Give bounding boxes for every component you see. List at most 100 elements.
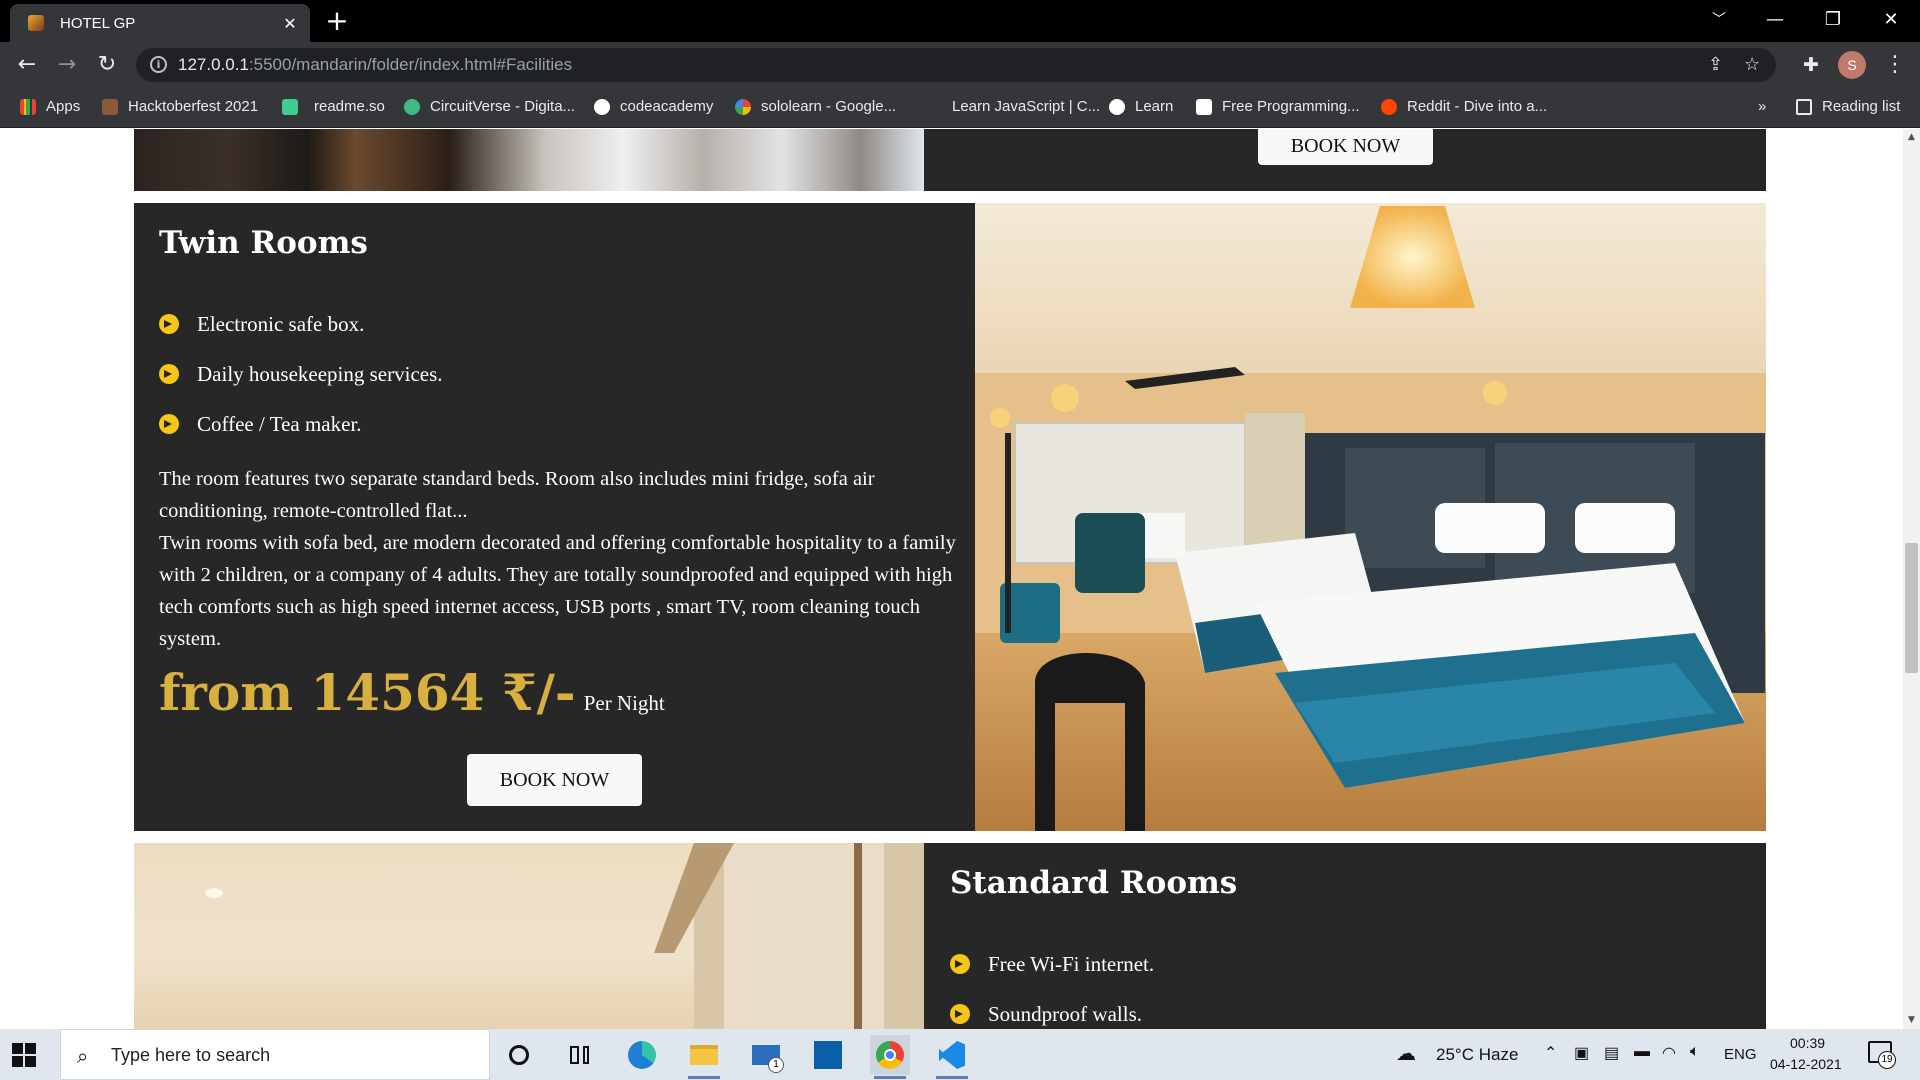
display-icon[interactable]: ▤: [1604, 1043, 1619, 1063]
feature-text: Electronic safe box.: [197, 311, 365, 336]
clock-time[interactable]: 00:39: [1790, 1035, 1825, 1051]
bookmark-label: Learn JavaScript | C...: [952, 98, 1101, 115]
feature-item: Coffee / Tea maker.: [159, 399, 443, 449]
bookmark-label: Learn: [1135, 98, 1174, 115]
reading-list-button[interactable]: Reading list: [1796, 98, 1900, 115]
scroll-up-icon[interactable]: ▲: [1903, 129, 1920, 146]
page-scrollbar[interactable]: ▲ ▼: [1903, 129, 1920, 1029]
room-card-twin: Twin Rooms Electronic safe box. Daily ho…: [134, 203, 1766, 831]
url-path: :5500/mandarin/folder/index.html#Facilit…: [248, 55, 573, 74]
close-window-button[interactable]: ✕: [1866, 0, 1916, 42]
readme-icon: [282, 98, 298, 115]
close-tab-icon[interactable]: ✕: [280, 14, 300, 33]
bookmark-label: CircuitVerse - Digita...: [430, 98, 576, 115]
tab-strip: HOTEL GP ✕ + ﹀ — ❐ ✕: [0, 0, 1920, 42]
notification-count: 19: [1878, 1051, 1896, 1069]
description-paragraph-2: Twin rooms with sofa bed, are modern dec…: [159, 532, 956, 650]
scrollbar-thumb[interactable]: [1905, 543, 1918, 673]
edge-browser-icon[interactable]: [622, 1035, 662, 1075]
url-text[interactable]: 127.0.0.1:5500/mandarin/folder/index.htm…: [178, 55, 572, 75]
arrow-circle-icon: [950, 1004, 970, 1024]
bookmark-learn-javascript[interactable]: Learn JavaScript | C...: [926, 98, 1100, 115]
scroll-down-icon[interactable]: ▼: [1903, 1012, 1920, 1029]
mail-badge: 1: [768, 1057, 784, 1073]
cortana-icon[interactable]: [500, 1035, 540, 1075]
language-indicator[interactable]: ENG: [1724, 1046, 1757, 1063]
bookmark-label: Free Programming...: [1222, 98, 1360, 115]
bookmark-label: Apps: [46, 98, 81, 115]
clock-date[interactable]: 04-12-2021: [1770, 1056, 1842, 1072]
page-viewport[interactable]: BOOK NOW Twin Rooms Electronic safe box.…: [0, 129, 1920, 1029]
arrow-circle-icon: [159, 414, 179, 434]
reload-icon[interactable]: ↻: [92, 50, 122, 80]
show-hidden-icons-chevron-icon[interactable]: ⌃: [1544, 1043, 1557, 1063]
windows-start-icon[interactable]: [12, 1043, 36, 1067]
bookmarks-overflow-button[interactable]: »: [1758, 98, 1766, 115]
book-now-button-previous[interactable]: BOOK NOW: [1258, 129, 1433, 165]
weather-cloud-icon[interactable]: ☁: [1396, 1041, 1416, 1066]
bookmark-free-programming[interactable]: Free Programming...: [1196, 98, 1360, 115]
room-title-twin: Twin Rooms: [159, 225, 368, 261]
bookmark-hacktoberfest[interactable]: Hacktoberfest 2021: [102, 98, 258, 115]
arrow-circle-icon: [159, 364, 179, 384]
back-arrow-icon[interactable]: ←: [12, 50, 42, 80]
feature-list-twin: Electronic safe box. Daily housekeeping …: [159, 299, 443, 449]
bookmark-codeacademy[interactable]: codeacademy: [594, 98, 713, 115]
mail-icon[interactable]: 1: [746, 1035, 786, 1075]
tab-search-icon[interactable]: ﹀: [1694, 0, 1744, 42]
hotel-favicon-icon: [28, 15, 44, 31]
browser-toolbar: ← → ↻ i 127.0.0.1:5500/mandarin/folder/i…: [0, 42, 1920, 88]
room-photo-twin: [975, 203, 1766, 831]
device-icon[interactable]: ▣: [1574, 1043, 1589, 1063]
battery-icon[interactable]: ▬: [1634, 1043, 1650, 1061]
reddit-icon: [1381, 98, 1397, 115]
bookmark-label: sololearn - Google...: [761, 98, 897, 115]
tab-title: HOTEL GP: [60, 14, 136, 32]
bookmark-reddit[interactable]: Reddit - Dive into a...: [1381, 98, 1547, 115]
bookmark-circuitverse[interactable]: CircuitVerse - Digita...: [404, 98, 575, 115]
bookmark-sololearn[interactable]: sololearn - Google...: [735, 98, 896, 115]
forward-arrow-icon[interactable]: →: [52, 50, 82, 80]
address-bar[interactable]: i 127.0.0.1:5500/mandarin/folder/index.h…: [136, 48, 1776, 82]
file-explorer-icon[interactable]: [684, 1035, 724, 1079]
bookmark-label: codeacademy: [620, 98, 714, 115]
taskbar-search-box[interactable]: ⌕ Type here to search: [60, 1029, 490, 1080]
bookmark-label: readme.so: [314, 98, 385, 115]
room-price-twin: from 14564 ₹/- Per Night: [159, 663, 665, 722]
bookmark-readme[interactable]: readme.so: [282, 98, 385, 115]
feature-text: Free Wi-Fi internet.: [988, 951, 1155, 976]
restore-button[interactable]: ❐: [1808, 0, 1858, 42]
chrome-icon[interactable]: [870, 1035, 910, 1079]
share-icon[interactable]: ⇪: [1708, 54, 1723, 75]
feature-text: Soundproof walls.: [988, 1001, 1142, 1026]
book-now-button-twin[interactable]: BOOK NOW: [467, 754, 642, 806]
standard-room-illustration: [205, 843, 924, 1029]
new-tab-button[interactable]: +: [322, 6, 352, 36]
menu-kebab-icon[interactable]: ⋮: [1880, 50, 1910, 80]
site-info-icon[interactable]: i: [150, 56, 167, 73]
arrow-circle-icon: [950, 954, 970, 974]
task-view-icon[interactable]: [560, 1035, 600, 1075]
bookmark-learn[interactable]: Learn: [1109, 98, 1173, 115]
volume-icon[interactable]: 🔈︎: [1690, 1043, 1700, 1061]
free-programming-icon: [1196, 98, 1212, 115]
weather-text[interactable]: 25°C Haze: [1436, 1045, 1518, 1065]
notifications-icon[interactable]: 19: [1868, 1041, 1896, 1069]
profile-avatar[interactable]: S: [1838, 51, 1866, 79]
room-photo-previous: [134, 129, 924, 191]
minimize-button[interactable]: —: [1750, 0, 1800, 42]
twin-room-illustration: [975, 203, 1766, 831]
vscode-icon[interactable]: [932, 1035, 972, 1079]
bookmark-star-icon[interactable]: ☆: [1744, 54, 1760, 75]
url-host: 127.0.0.1: [178, 55, 249, 74]
dell-app-icon[interactable]: [808, 1035, 848, 1075]
extensions-puzzle-icon[interactable]: ✚: [1796, 50, 1826, 80]
search-icon: ⌕: [77, 1044, 89, 1068]
browser-tab[interactable]: HOTEL GP ✕: [10, 4, 310, 42]
description-paragraph-1: The room features two separate standard …: [159, 468, 875, 522]
wifi-icon[interactable]: ◠: [1662, 1043, 1676, 1063]
bookmark-apps[interactable]: Apps: [20, 98, 80, 115]
bookmarks-bar: Apps Hacktoberfest 2021 readme.so Circui…: [0, 88, 1920, 128]
apps-grid-icon: [20, 98, 36, 115]
learn-icon: [1109, 98, 1125, 115]
